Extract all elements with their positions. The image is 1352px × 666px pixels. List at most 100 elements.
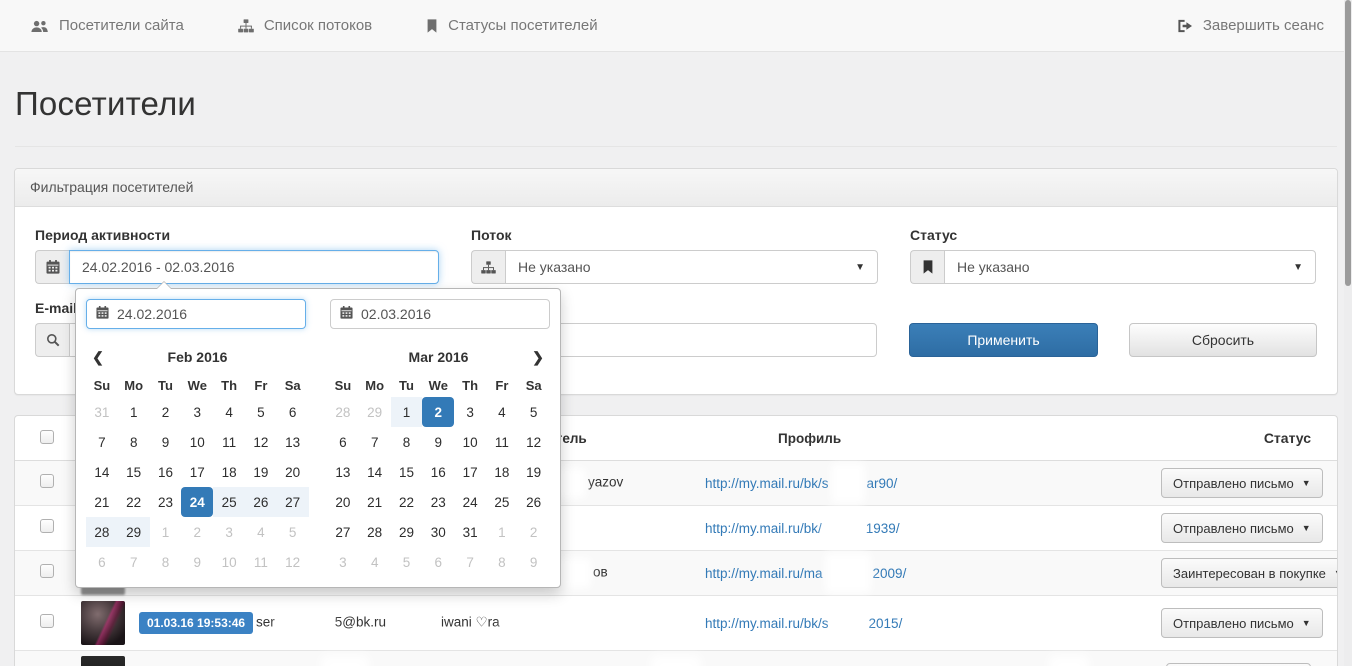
end-date-input[interactable]: 02.03.2016 bbox=[330, 299, 550, 329]
row-checkbox[interactable] bbox=[40, 519, 54, 533]
calendar-day[interactable]: 17 bbox=[454, 457, 486, 487]
calendar-day[interactable]: 2 bbox=[150, 397, 182, 427]
calendar-day[interactable]: 22 bbox=[118, 487, 150, 517]
nav-item-visitor-statuses[interactable]: Статусы посетителей bbox=[426, 17, 597, 34]
scrollbar[interactable] bbox=[1344, 0, 1352, 666]
calendar-day[interactable]: 29 bbox=[118, 517, 150, 547]
calendar-day[interactable]: 11 bbox=[245, 547, 277, 577]
calendar-day[interactable]: 20 bbox=[327, 487, 359, 517]
calendar-day[interactable]: 3 bbox=[327, 547, 359, 577]
reset-button[interactable]: Сбросить bbox=[1129, 323, 1317, 357]
calendar-day[interactable]: 25 bbox=[213, 487, 245, 517]
calendar-day[interactable]: 25 bbox=[486, 487, 518, 517]
start-date-input[interactable]: 24.02.2016 bbox=[86, 299, 306, 329]
status-dropdown[interactable]: Отправлено письмо▼ bbox=[1161, 513, 1323, 543]
calendar-day[interactable]: 9 bbox=[422, 427, 454, 457]
calendar-day[interactable]: 6 bbox=[327, 427, 359, 457]
calendar-day[interactable]: 10 bbox=[213, 547, 245, 577]
status-select[interactable]: Не указано ▼ bbox=[944, 250, 1316, 284]
calendar-day[interactable]: 7 bbox=[454, 547, 486, 577]
calendar-day[interactable]: 9 bbox=[150, 427, 182, 457]
row-checkbox[interactable] bbox=[40, 564, 54, 578]
calendar-day[interactable]: 12 bbox=[277, 547, 309, 577]
calendar-day[interactable]: 7 bbox=[118, 547, 150, 577]
calendar-day[interactable]: 29 bbox=[391, 517, 423, 547]
calendar-day[interactable]: 15 bbox=[391, 457, 423, 487]
calendar-day[interactable]: 6 bbox=[422, 547, 454, 577]
calendar-day[interactable]: 10 bbox=[181, 427, 213, 457]
calendar-day[interactable]: 18 bbox=[213, 457, 245, 487]
calendar-day[interactable]: 5 bbox=[518, 397, 550, 427]
stream-select[interactable]: Не указано ▼ bbox=[505, 250, 878, 284]
calendar-day[interactable]: 20 bbox=[277, 457, 309, 487]
calendar-day[interactable]: 6 bbox=[277, 397, 309, 427]
calendar-day[interactable]: 5 bbox=[391, 547, 423, 577]
calendar-day[interactable]: 31 bbox=[86, 397, 118, 427]
calendar-day[interactable]: 12 bbox=[245, 427, 277, 457]
calendar-day[interactable]: 24 bbox=[454, 487, 486, 517]
logout-button[interactable]: Завершить сеанс bbox=[1177, 17, 1324, 34]
calendar-day[interactable]: 27 bbox=[277, 487, 309, 517]
calendar-day[interactable]: 29 bbox=[359, 397, 391, 427]
calendar-day[interactable]: 14 bbox=[359, 457, 391, 487]
calendar-day[interactable]: 6 bbox=[86, 547, 118, 577]
row-checkbox[interactable] bbox=[40, 614, 54, 628]
calendar-day[interactable]: 3 bbox=[454, 397, 486, 427]
next-month-icon[interactable]: ❯ bbox=[526, 349, 550, 366]
status-dropdown[interactable]: Отправлено письмо▼ bbox=[1161, 468, 1323, 498]
calendar-day[interactable]: 26 bbox=[518, 487, 550, 517]
profile-link[interactable]: http://my.mail.ru/ma2009/ bbox=[705, 553, 1161, 593]
calendar-day[interactable]: 22 bbox=[391, 487, 423, 517]
calendar-day[interactable]: 28 bbox=[359, 517, 391, 547]
calendar-day[interactable]: 4 bbox=[359, 547, 391, 577]
calendar-day[interactable]: 1 bbox=[391, 397, 423, 427]
calendar-day[interactable]: 13 bbox=[327, 457, 359, 487]
apply-button[interactable]: Применить bbox=[909, 323, 1098, 357]
calendar-day[interactable]: 8 bbox=[391, 427, 423, 457]
calendar-day[interactable]: 28 bbox=[86, 517, 118, 547]
calendar-day[interactable]: 11 bbox=[486, 427, 518, 457]
calendar-day[interactable]: 14 bbox=[86, 457, 118, 487]
calendar-day[interactable]: 17 bbox=[181, 457, 213, 487]
calendar-day[interactable]: 2 bbox=[181, 517, 213, 547]
calendar-day[interactable]: 7 bbox=[86, 427, 118, 457]
calendar-day[interactable]: 4 bbox=[486, 397, 518, 427]
calendar-day[interactable]: 12 bbox=[518, 427, 550, 457]
calendar-day[interactable]: 4 bbox=[213, 397, 245, 427]
calendar-day[interactable]: 9 bbox=[181, 547, 213, 577]
nav-item-site-visitors[interactable]: Посетители сайта bbox=[30, 17, 184, 34]
prev-month-icon[interactable]: ❮ bbox=[86, 349, 110, 366]
calendar-day[interactable]: 2 bbox=[422, 397, 454, 427]
calendar-day[interactable]: 5 bbox=[277, 517, 309, 547]
calendar-day[interactable]: 21 bbox=[359, 487, 391, 517]
calendar-day[interactable]: 1 bbox=[118, 397, 150, 427]
calendar-day[interactable]: 26 bbox=[245, 487, 277, 517]
status-dropdown[interactable]: Заинтересован в покупке▼ bbox=[1161, 558, 1338, 588]
select-all-checkbox[interactable] bbox=[40, 430, 54, 444]
calendar-day[interactable]: 3 bbox=[213, 517, 245, 547]
calendar-day[interactable]: 30 bbox=[422, 517, 454, 547]
calendar-day[interactable]: 4 bbox=[245, 517, 277, 547]
profile-link[interactable]: http://my.mail.ru/bk/sar90/ bbox=[705, 463, 1161, 503]
calendar-day[interactable]: 21 bbox=[86, 487, 118, 517]
calendar-day[interactable]: 11 bbox=[213, 427, 245, 457]
calendar-day[interactable]: 19 bbox=[518, 457, 550, 487]
calendar-day[interactable]: 19 bbox=[245, 457, 277, 487]
calendar-day[interactable]: 9 bbox=[518, 547, 550, 577]
period-input[interactable]: 24.02.2016 - 02.03.2016 bbox=[69, 250, 439, 284]
calendar-day[interactable]: 2 bbox=[518, 517, 550, 547]
calendar-day[interactable]: 16 bbox=[422, 457, 454, 487]
nav-item-stream-list[interactable]: Список потоков bbox=[238, 17, 372, 34]
calendar-day[interactable]: 8 bbox=[486, 547, 518, 577]
calendar-day[interactable]: 27 bbox=[327, 517, 359, 547]
calendar-day[interactable]: 13 bbox=[277, 427, 309, 457]
calendar-day[interactable]: 15 bbox=[118, 457, 150, 487]
calendar-day[interactable]: 8 bbox=[150, 547, 182, 577]
calendar-day[interactable]: 24 bbox=[181, 487, 213, 517]
profile-link[interactable]: http://my.mail.ru/bk/1939/ bbox=[705, 508, 1161, 548]
profile-link[interactable]: http://my.mail.ru/bk/s2015/ bbox=[705, 603, 1161, 643]
calendar-day[interactable]: 16 bbox=[150, 457, 182, 487]
calendar-day[interactable]: 5 bbox=[245, 397, 277, 427]
calendar-day[interactable]: 1 bbox=[486, 517, 518, 547]
calendar-day[interactable]: 31 bbox=[454, 517, 486, 547]
